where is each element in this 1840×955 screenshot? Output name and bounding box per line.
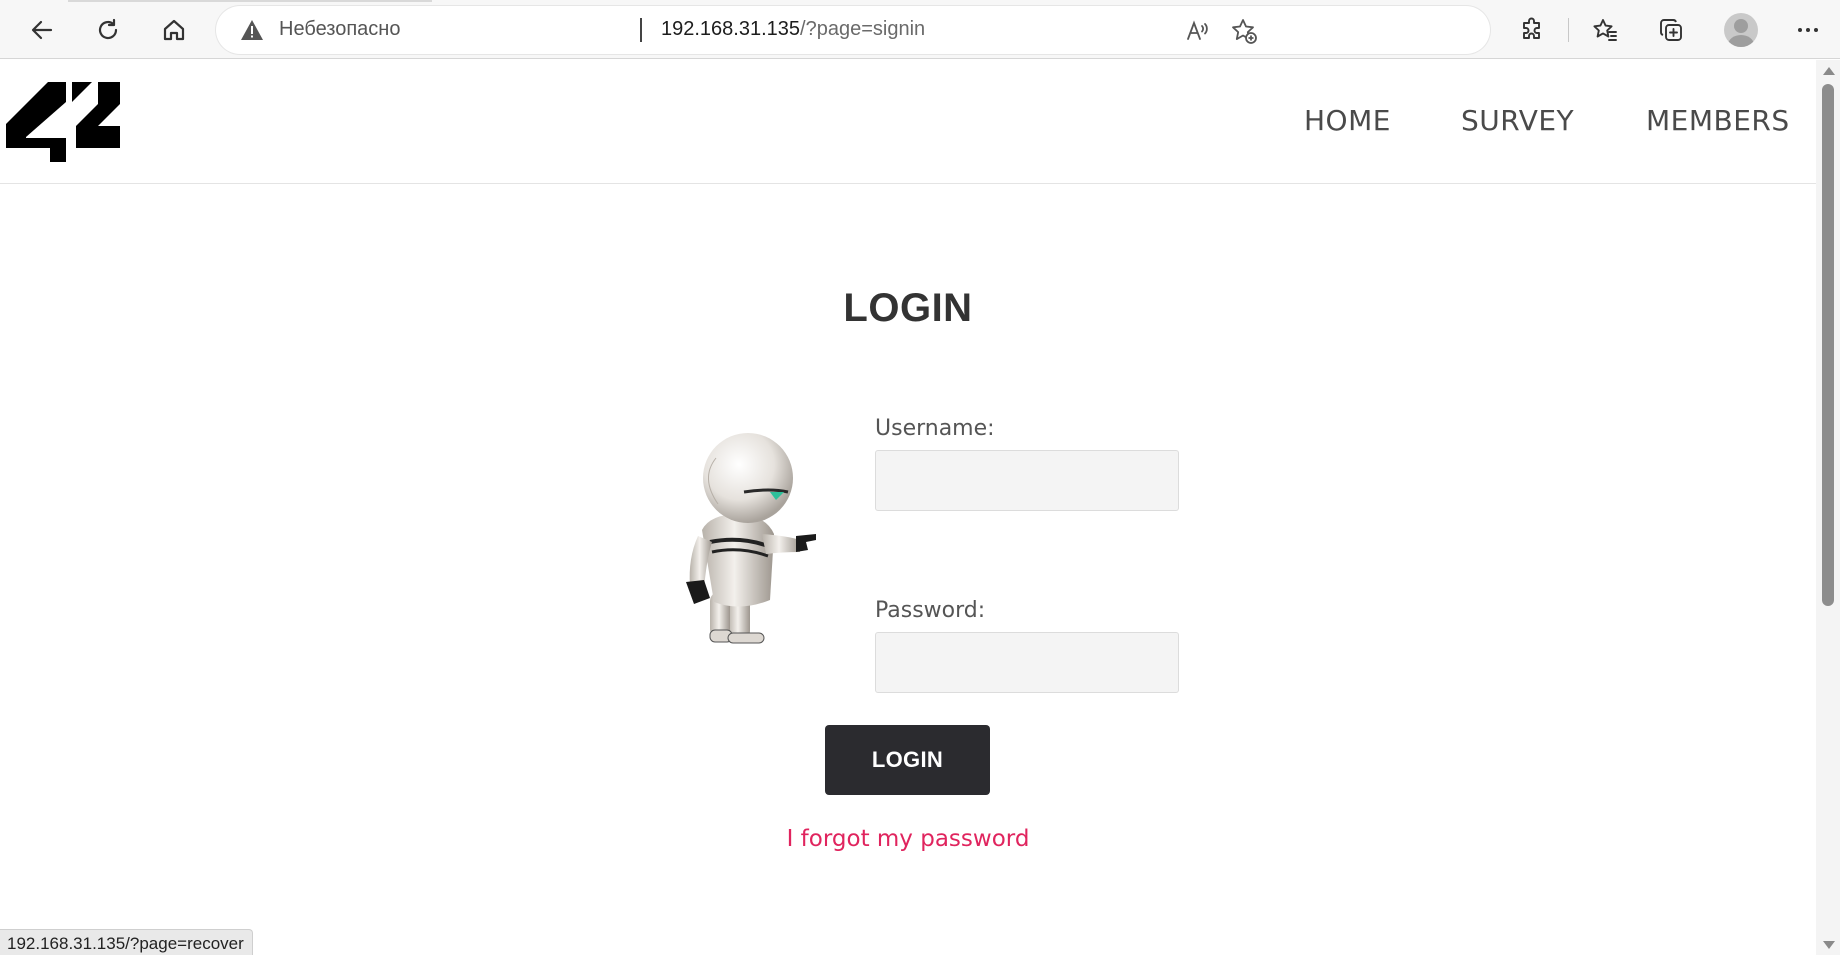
back-icon (31, 20, 53, 40)
forgot-password-link[interactable]: I forgot my password (0, 826, 1816, 852)
address-divider (640, 18, 642, 42)
url-path[interactable]: /?page=signin (800, 18, 925, 40)
url-host[interactable]: 192.168.31.135 (661, 18, 800, 40)
refresh-button[interactable] (86, 8, 130, 52)
more-icon (1798, 28, 1818, 32)
nav-survey[interactable]: SURVEY (1461, 104, 1574, 137)
address-bar[interactable]: Небезопасно 192.168.31.135/?page=signin (216, 6, 1490, 54)
collections-button[interactable] (1649, 8, 1693, 52)
link-status-bar: 192.168.31.135/?page=recover (0, 929, 253, 955)
home-button[interactable] (152, 8, 196, 52)
extensions-icon (1523, 17, 1540, 39)
collections-icon (1660, 19, 1682, 41)
toolbar-divider (1568, 18, 1569, 42)
username-label: Username: (875, 416, 995, 441)
home-icon (163, 19, 185, 41)
scroll-down-arrow-icon[interactable] (1823, 941, 1835, 949)
read-aloud-icon[interactable] (1183, 17, 1211, 45)
username-input[interactable] (875, 450, 1179, 511)
robot-illustration (686, 433, 816, 644)
browser-toolbar: Небезопасно 192.168.31.135/?page=signin (0, 0, 1840, 59)
page-title: LOGIN (843, 286, 973, 330)
password-label: Password: (875, 598, 986, 623)
back-button[interactable] (20, 8, 64, 52)
warning-icon[interactable] (240, 19, 264, 41)
add-favorite-icon[interactable] (1230, 17, 1258, 45)
nav-home[interactable]: HOME (1304, 104, 1391, 137)
tab-strip (68, 0, 432, 2)
vertical-scrollbar[interactable] (1816, 60, 1840, 955)
favorites-icon (1593, 19, 1617, 41)
refresh-icon (98, 18, 118, 40)
scroll-thumb[interactable] (1822, 84, 1834, 606)
login-button[interactable]: LOGIN (825, 725, 990, 795)
url-text[interactable]: 192.168.31.135/?page=signin (661, 18, 925, 41)
site-header: HOME SURVEY MEMBERS (0, 60, 1816, 184)
page-viewport: HOME SURVEY MEMBERS LOGIN Username: Pass… (0, 60, 1816, 955)
nav-members[interactable]: MEMBERS (1646, 104, 1790, 137)
security-status-label[interactable]: Небезопасно (279, 18, 400, 41)
password-input[interactable] (875, 632, 1179, 693)
profile-icon[interactable] (1724, 13, 1758, 47)
more-button[interactable] (1786, 8, 1830, 52)
favorites-button[interactable] (1583, 8, 1627, 52)
logo-42[interactable] (6, 82, 120, 162)
scroll-up-arrow-icon[interactable] (1823, 67, 1835, 75)
extensions-button[interactable] (1510, 8, 1554, 52)
